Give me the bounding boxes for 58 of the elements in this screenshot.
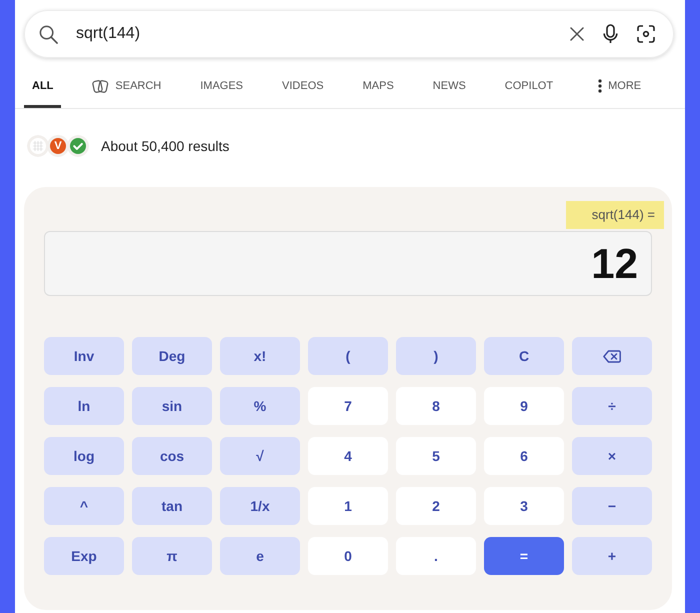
tab[interactable]: SEARCH xyxy=(84,64,170,108)
check-icon xyxy=(67,135,89,157)
calculator-key[interactable]: − xyxy=(572,487,652,525)
calculator-key[interactable]: Inv xyxy=(44,337,124,375)
search-field[interactable]: sqrt(144) xyxy=(24,10,674,58)
calculator-key[interactable]: log xyxy=(44,437,124,475)
backspace-key[interactable] xyxy=(572,337,652,375)
grid-icon xyxy=(27,135,49,157)
tab[interactable]: MORE xyxy=(584,64,650,108)
tab[interactable]: NEWS xyxy=(424,64,474,108)
calculator-key[interactable]: Deg xyxy=(132,337,212,375)
close-icon[interactable] xyxy=(570,27,584,41)
digit-key[interactable]: 4 xyxy=(308,437,388,475)
tab[interactable]: COPILOT xyxy=(496,64,562,108)
equals-key[interactable]: = xyxy=(484,537,564,575)
calculator-key[interactable]: 1/x xyxy=(220,487,300,525)
calculator-key[interactable]: Exp xyxy=(44,537,124,575)
digit-key[interactable]: . xyxy=(396,537,476,575)
expression-label: sqrt(144) = xyxy=(566,201,664,229)
tab[interactable]: IMAGES xyxy=(192,64,252,108)
digit-key[interactable]: 1 xyxy=(308,487,388,525)
calculator-key[interactable]: e xyxy=(220,537,300,575)
tab[interactable]: VIDEOS xyxy=(274,64,332,108)
tab[interactable]: ALL xyxy=(24,64,62,108)
calculator-key[interactable]: x! xyxy=(220,337,300,375)
calculator-key[interactable]: π xyxy=(132,537,212,575)
digit-key[interactable]: 5 xyxy=(396,437,476,475)
overlapping-squares-icon xyxy=(92,78,110,94)
backspace-icon xyxy=(603,350,621,362)
calculator-key[interactable]: C xyxy=(484,337,564,375)
calculator-key[interactable]: ( xyxy=(308,337,388,375)
calculator-key[interactable]: tan xyxy=(132,487,212,525)
calculator-key[interactable]: cos xyxy=(132,437,212,475)
digit-key[interactable]: 2 xyxy=(396,487,476,525)
calculator-key[interactable]: ln xyxy=(44,387,124,425)
result-value: 12 xyxy=(591,240,638,288)
microphone-icon[interactable] xyxy=(603,24,618,44)
digit-key[interactable]: 9 xyxy=(484,387,564,425)
tab[interactable]: MAPS xyxy=(354,64,402,108)
calculator-key[interactable]: + xyxy=(572,537,652,575)
digit-key[interactable]: 6 xyxy=(484,437,564,475)
calculator-key[interactable]: × xyxy=(572,437,652,475)
search-input[interactable]: sqrt(144) xyxy=(76,22,551,46)
calculator-key[interactable]: ^ xyxy=(44,487,124,525)
scan-icon[interactable] xyxy=(637,25,655,43)
result-count: About 50,400 results xyxy=(101,138,230,154)
calculator-key[interactable]: % xyxy=(220,387,300,425)
calculator-key[interactable]: sin xyxy=(132,387,212,425)
search-icon xyxy=(39,24,58,44)
calculator-key[interactable]: √ xyxy=(220,437,300,475)
site-logo: V xyxy=(47,135,69,157)
digit-key[interactable]: 8 xyxy=(396,387,476,425)
calculator-key[interactable]: ÷ xyxy=(572,387,652,425)
digit-key[interactable]: 3 xyxy=(484,487,564,525)
digit-key[interactable]: 7 xyxy=(308,387,388,425)
calculator-key[interactable]: ) xyxy=(396,337,476,375)
digit-key[interactable]: 0 xyxy=(308,537,388,575)
more-icon xyxy=(598,79,602,93)
